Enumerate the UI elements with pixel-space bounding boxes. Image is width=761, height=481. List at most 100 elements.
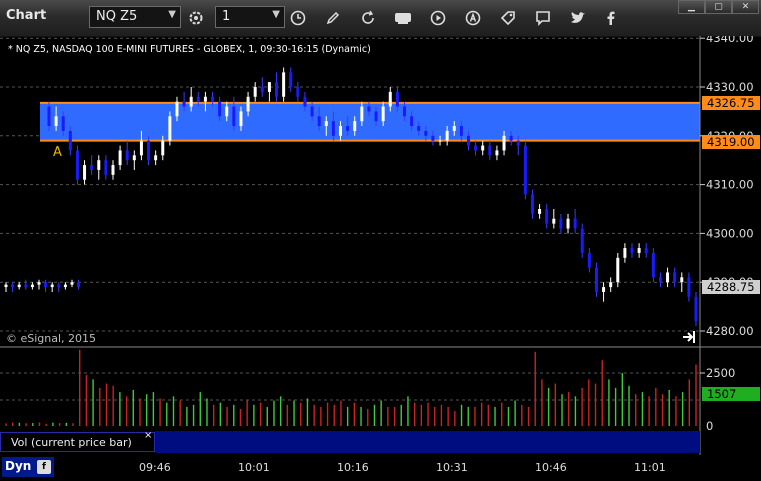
time-axis-bar: Dyn f 09:46 10:01 10:16 10:31 10:46 11:0… [0,455,761,481]
get-icon[interactable] [392,7,414,29]
tag-icon[interactable] [497,7,519,29]
candle-body [267,82,271,92]
candle-body [509,135,513,141]
close-icon[interactable]: × [144,430,152,441]
volume-title-text: Vol (current price bar) [11,436,132,449]
candle-body [666,272,670,283]
candle-body [296,87,300,97]
candle-body [609,282,613,288]
candle-body [367,106,371,112]
candle-body [516,140,520,146]
candle-body [630,248,634,253]
price-axis-label: 4280.00 [706,324,754,338]
candle-body [552,218,556,224]
price-chart[interactable]: * NQ Z5, NASDAQ 100 E-MINI FUTURES - GLO… [0,36,761,455]
candle-body [275,82,279,97]
candle-body [616,257,620,283]
candle-body [253,87,257,97]
candle-body [566,218,570,229]
band-lower-label: 4319.00 [707,135,755,149]
refresh-icon[interactable] [357,7,379,29]
chart-window: Chart NQ Z5 ▼ 1 ▼ ▁ ▢ ✕ * NQ Z5, NASDAQ … [0,0,761,481]
candle-body [118,150,122,166]
candle-body [232,106,236,127]
pencil-icon[interactable] [322,7,344,29]
comment-icon[interactable] [532,7,554,29]
time-label: 11:01 [634,461,666,474]
candle-body [111,165,115,175]
dyn-lock-icon[interactable]: f [37,460,51,474]
minimize-button[interactable]: ▁ [678,0,705,14]
candle-body [125,150,129,161]
candle-body [694,296,698,322]
candle-body [687,277,691,297]
time-label: 10:16 [337,461,369,474]
candle-body [203,96,207,102]
candle-body [289,72,293,87]
candle-body [44,282,48,288]
play-icon[interactable] [427,7,449,29]
candle-body [502,135,506,151]
marker-a[interactable]: A [53,145,62,160]
candle-body [339,126,343,136]
candle-body [47,106,51,127]
clock-icon[interactable] [287,7,309,29]
candle-body [225,106,229,117]
candle-body [530,194,534,214]
candle-body [353,121,357,131]
candle-body [310,106,314,117]
candle-body [466,135,470,146]
price-axis-label: 4340.00 [706,36,754,45]
candle-body [452,126,456,131]
candle-body [474,145,478,151]
candle-body [495,150,499,156]
chevron-down-icon: ▼ [272,9,280,20]
candle-body [346,126,350,131]
chart-header: * NQ Z5, NASDAQ 100 E-MINI FUTURES - GLO… [8,44,371,55]
maximize-button[interactable]: ▢ [705,0,732,14]
candle-body [147,140,151,161]
chevron-down-icon: ▼ [168,9,176,20]
candle-body [218,101,222,117]
candle-body [75,150,79,180]
candle-body [459,126,463,136]
symbol-selector[interactable]: NQ Z5 ▼ [89,6,181,28]
interval-selector[interactable]: 1 ▼ [215,6,285,28]
price-axis-label: 4330.00 [706,80,754,94]
volume-axis-label-2500: 2500 [706,366,735,380]
close-button[interactable]: ✕ [732,0,759,14]
candle-body [587,252,591,268]
candle-body [417,126,421,131]
candle-body [282,72,286,97]
candle-body [139,140,143,156]
candle-body [4,284,8,288]
volume-bars [5,349,697,426]
candle-body [37,282,41,285]
time-label: 10:31 [436,461,468,474]
candle-body [523,145,527,195]
candle-body [559,218,563,229]
text-icon[interactable] [462,7,484,29]
candle-body [246,96,250,112]
settings-icon[interactable] [185,7,207,29]
candle-body [54,116,58,127]
candle-body [239,111,243,127]
candle-body [488,145,492,156]
candle-body [61,116,65,131]
candle-body [481,145,485,151]
candle-body [602,287,606,292]
price-axis-label: 4300.00 [706,226,754,240]
facebook-icon[interactable] [600,7,622,29]
scroll-to-end-icon[interactable] [683,331,695,343]
dynamic-button[interactable]: Dyn f [2,457,54,477]
candle-body [50,284,54,288]
twitter-icon[interactable] [567,7,589,29]
candle-body [381,106,385,122]
candle-body [673,272,677,283]
candle-body [680,277,684,283]
candle-body [331,121,335,136]
candle-body [104,160,108,175]
candle-body [24,284,28,288]
candle-body [573,218,577,229]
time-label: 09:46 [139,461,171,474]
